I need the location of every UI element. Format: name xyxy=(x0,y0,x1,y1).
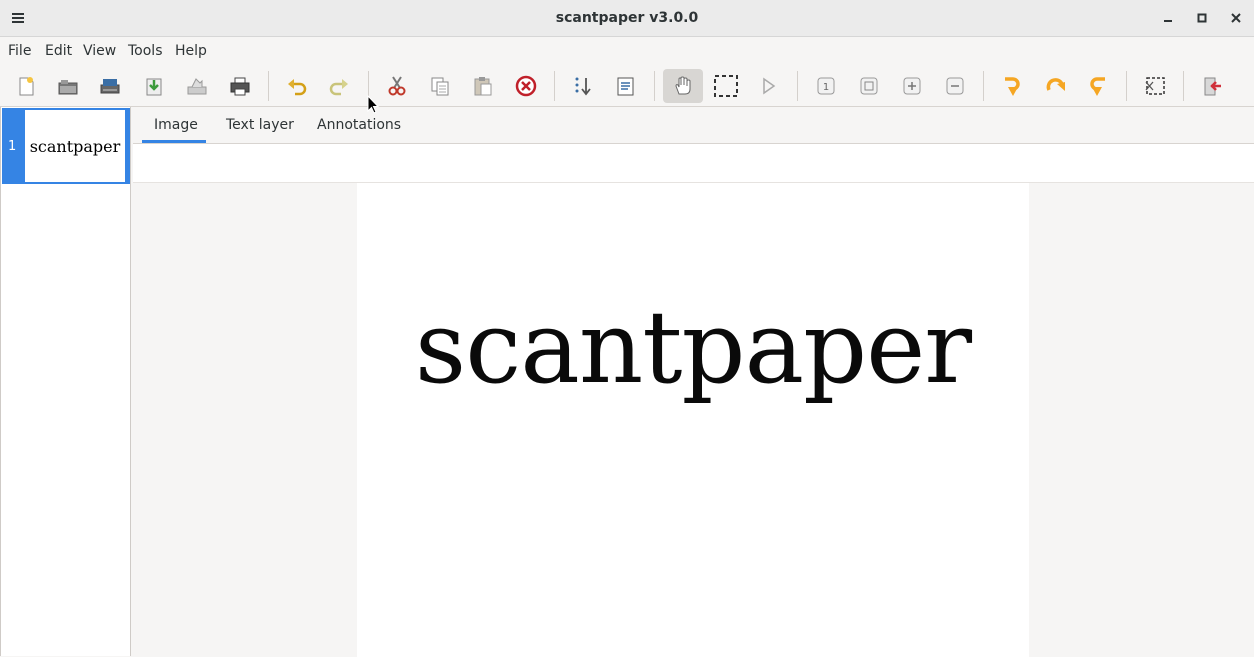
thumbnail-image[interactable]: scantpaper xyxy=(25,110,125,182)
svg-text:1: 1 xyxy=(823,82,829,93)
page-image[interactable]: scantpaper xyxy=(357,183,1029,657)
rotate-90-icon[interactable] xyxy=(995,69,1029,103)
minimize-icon[interactable] xyxy=(1158,8,1178,28)
rotate-180-icon[interactable] xyxy=(1038,69,1072,103)
redo-icon[interactable] xyxy=(322,69,356,103)
scan-icon[interactable] xyxy=(93,69,127,103)
open-icon[interactable] xyxy=(51,69,85,103)
active-tab-indicator xyxy=(142,140,206,143)
menu-help[interactable]: Help xyxy=(175,43,207,59)
tab-text-layer[interactable]: Text layer xyxy=(226,117,294,133)
paste-icon[interactable] xyxy=(466,69,500,103)
select-tool-icon[interactable] xyxy=(709,69,743,103)
tab-content-header xyxy=(133,144,1254,182)
play-icon[interactable] xyxy=(751,69,785,103)
save-icon[interactable] xyxy=(137,69,171,103)
menu-edit[interactable]: Edit xyxy=(45,43,72,59)
main-view: Image Text layer Annotations scantpaper xyxy=(133,107,1254,657)
maximize-icon[interactable] xyxy=(1192,8,1212,28)
tab-annotations[interactable]: Annotations xyxy=(317,117,401,133)
toolbar-separator xyxy=(654,71,655,101)
email-icon[interactable] xyxy=(180,69,214,103)
zoom-fit-icon[interactable] xyxy=(852,69,886,103)
menu-file[interactable]: File xyxy=(8,43,31,59)
toolbar-separator xyxy=(554,71,555,101)
renumber-icon[interactable] xyxy=(566,69,600,103)
toolbar-separator xyxy=(797,71,798,101)
menu-tools[interactable]: Tools xyxy=(128,43,163,59)
toolbar: 1 xyxy=(0,65,1254,107)
image-canvas[interactable]: scantpaper xyxy=(133,182,1254,657)
menu-view[interactable]: View xyxy=(83,43,116,59)
toolbar-separator xyxy=(1126,71,1127,101)
thumbnail-item[interactable]: 1 scantpaper xyxy=(2,108,130,184)
thumbnail-page-number: 1 xyxy=(8,139,17,154)
title-bar: scantpaper v3.0.0 xyxy=(0,0,1254,37)
print-icon[interactable] xyxy=(223,69,257,103)
toolbar-separator xyxy=(268,71,269,101)
undo-icon[interactable] xyxy=(280,69,314,103)
ocr-icon[interactable] xyxy=(609,69,643,103)
copy-icon[interactable] xyxy=(423,69,457,103)
page-text: scantpaper xyxy=(414,289,972,406)
crop-icon[interactable] xyxy=(1138,69,1172,103)
zoom-in-icon[interactable] xyxy=(895,69,929,103)
cut-icon[interactable] xyxy=(380,69,414,103)
view-tabs: Image Text layer Annotations xyxy=(133,107,1254,144)
mouse-cursor-icon xyxy=(367,94,380,119)
toolbar-separator xyxy=(1183,71,1184,101)
menu-bar: File Edit View Tools Help xyxy=(0,37,1254,65)
thumbnail-panel: 1 scantpaper xyxy=(0,107,131,656)
quit-icon[interactable] xyxy=(1195,69,1229,103)
pan-tool-icon[interactable] xyxy=(663,69,703,103)
toolbar-separator xyxy=(983,71,984,101)
thumbnail-text: scantpaper xyxy=(29,136,121,156)
tab-image[interactable]: Image xyxy=(154,117,198,133)
zoom-out-icon[interactable] xyxy=(938,69,972,103)
rotate-270-icon[interactable] xyxy=(1081,69,1115,103)
close-icon[interactable] xyxy=(1226,8,1246,28)
window-title: scantpaper v3.0.0 xyxy=(555,10,699,26)
new-icon[interactable] xyxy=(9,69,43,103)
zoom-100-icon[interactable]: 1 xyxy=(809,69,843,103)
delete-icon[interactable] xyxy=(509,69,543,103)
